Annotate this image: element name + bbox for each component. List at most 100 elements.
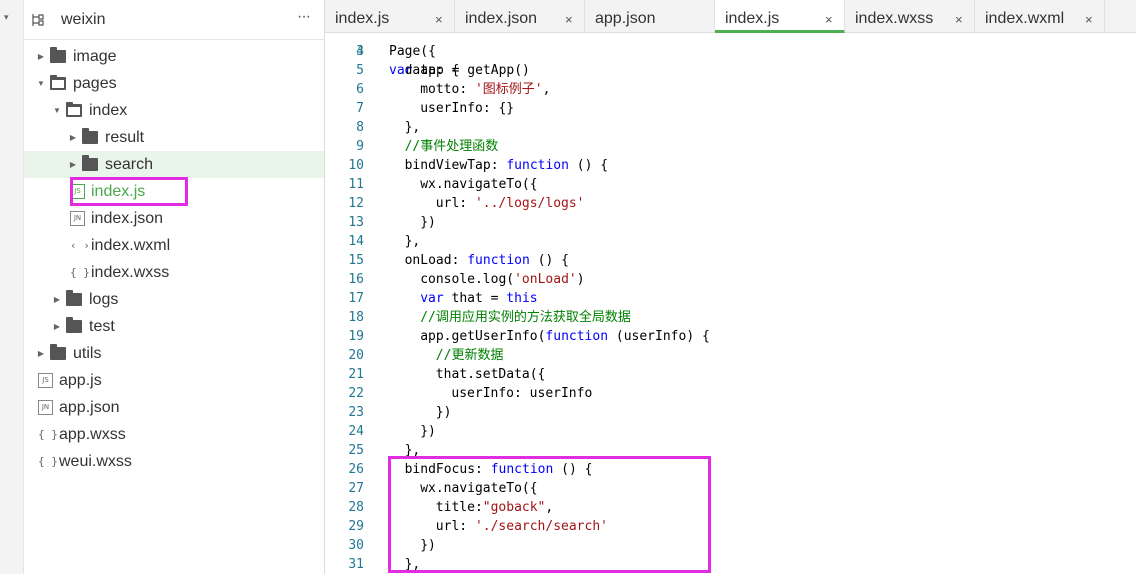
token-plain: ) <box>576 272 585 287</box>
tree-file-index-json[interactable]: JN index.json <box>24 205 324 232</box>
tree-item-label: index.wxss <box>91 263 170 281</box>
token-prop: userInfo <box>420 101 483 116</box>
line-number: 14 <box>348 234 364 249</box>
tree-file-app-js[interactable]: JS app.js <box>24 367 324 394</box>
explorer-header: weixin ··· <box>24 0 325 40</box>
chevron-down-icon[interactable]: ▼ <box>52 106 62 115</box>
line-source: //事件处理函数 <box>405 137 499 156</box>
line-number: 18 <box>348 310 364 325</box>
line-source: app.getUserInfo(function (userInfo) { <box>420 327 710 346</box>
line-source: userInfo: userInfo <box>451 384 592 403</box>
tree-folder-pages[interactable]: ▼ pages <box>24 70 324 97</box>
chevron-right-icon[interactable]: ▶ <box>52 322 62 331</box>
tree-item-label: test <box>89 317 115 335</box>
line-number: 28 <box>348 500 364 515</box>
token-plain: }) <box>420 215 436 230</box>
code-line: 15 onLoad: function () { <box>325 251 1136 270</box>
token-prop: bindViewTap <box>404 158 491 173</box>
tree-file-app-wxss[interactable]: { } app.wxss <box>24 421 324 448</box>
line-number: 24 <box>348 424 364 439</box>
editor-tab-index-js-active[interactable]: index.js × <box>715 0 845 33</box>
tree-folder-search[interactable]: ▶ search <box>24 151 324 178</box>
token-prop: data <box>404 63 436 78</box>
tree-folder-index[interactable]: ▼ index <box>24 97 324 124</box>
code-line: 21 that.setData({ <box>325 365 1136 384</box>
tree-folder-utils[interactable]: ▶ utils <box>24 340 324 367</box>
token-prop: url <box>435 196 460 211</box>
tree-item-label: index.wxml <box>91 236 171 254</box>
token-kw: function <box>506 158 569 173</box>
code-line: 24}) <box>325 422 1136 441</box>
line-source: bindViewTap: function () { <box>405 156 609 175</box>
tree-file-index-wxss[interactable]: { } index.wxss <box>24 259 324 286</box>
line-source: url: '../logs/logs' <box>436 194 585 213</box>
editor-tab-bar: index.js × index.json × app.json index.js × ind… <box>325 0 1136 33</box>
code-line: 7 userInfo: {} <box>325 99 1136 118</box>
tree-folder-image[interactable]: ▶ image <box>24 43 324 70</box>
editor-tab-app-json[interactable]: app.json <box>585 0 715 33</box>
tab-label: index.js <box>335 10 390 27</box>
chevron-right-icon[interactable]: ▶ <box>36 52 46 61</box>
line-number: 9 <box>356 139 364 154</box>
more-options-icon[interactable]: ··· <box>297 8 311 26</box>
tree-file-index-wxml[interactable]: ‹ › index.wxml <box>24 232 324 259</box>
line-number: 23 <box>348 405 364 420</box>
line-number: 26 <box>348 462 364 477</box>
token-plain: Page({ <box>389 44 436 59</box>
tree-file-app-json[interactable]: JN app.json <box>24 394 324 421</box>
code-line-partial: 3 var app = getApp() <box>325 33 1136 78</box>
tree-folder-test[interactable]: ▶ test <box>24 313 324 340</box>
editor-tab-index-wxml[interactable]: index.wxml × <box>975 0 1105 33</box>
line-source: userInfo: {} <box>420 99 514 118</box>
tree-item-label: search <box>105 155 154 173</box>
line-number: 12 <box>348 196 364 211</box>
style-file-icon: { } <box>70 266 90 279</box>
line-number: 31 <box>348 557 364 572</box>
line-number: 7 <box>356 101 364 116</box>
tab-label: index.json <box>465 10 538 27</box>
style-file-icon: { } <box>38 455 58 468</box>
tree-item-label: result <box>105 128 145 146</box>
tree-item-label: index <box>89 101 128 119</box>
index-js-highlight-box <box>70 177 188 206</box>
folder-icon <box>50 47 66 63</box>
editor-tab-index-js[interactable]: index.js × <box>325 0 455 33</box>
project-name: weixin <box>61 11 106 28</box>
line-source: motto: '图标例子', <box>420 80 550 99</box>
line-number: 30 <box>348 538 364 553</box>
token-plain: }, <box>404 234 421 249</box>
token-plain: : { <box>435 63 460 78</box>
chevron-right-icon[interactable]: ▶ <box>68 160 78 169</box>
tree-folder-logs[interactable]: ▶ logs <box>24 286 324 313</box>
tree-item-label: index.json <box>91 209 164 227</box>
code-line: 13}) <box>325 213 1136 232</box>
token-kw: this <box>506 291 538 306</box>
token-prop: motto <box>420 82 460 97</box>
tree-item-label: utils <box>73 344 102 362</box>
chevron-right-icon[interactable]: ▶ <box>36 349 46 358</box>
code-line: 23}) <box>325 403 1136 422</box>
code-line: 4 Page({ <box>325 42 1136 61</box>
chevron-down-icon[interactable]: ▼ <box>36 79 46 88</box>
editor-tab-index-json[interactable]: index.json × <box>455 0 585 33</box>
tree-item-label: image <box>73 47 117 65</box>
tree-item-label: logs <box>89 290 119 308</box>
folder-icon <box>50 344 66 360</box>
folder-icon <box>66 290 82 306</box>
collapse-arrow-icon[interactable]: ▾ <box>4 12 9 23</box>
line-number: 16 <box>348 272 364 287</box>
tree-file-weui-wxss[interactable]: { } weui.wxss <box>24 448 324 475</box>
token-plain: app.getUserInfo( <box>420 329 546 344</box>
tree-item-label: app.wxss <box>59 425 126 443</box>
tree-folder-result[interactable]: ▶ result <box>24 124 324 151</box>
line-number: 4 <box>356 44 364 59</box>
tab-label: index.wxml <box>985 10 1065 27</box>
line-source: }, <box>405 118 421 137</box>
token-plain: : <box>459 196 475 211</box>
editor-tab-index-wxss[interactable]: index.wxss × <box>845 0 975 33</box>
chevron-right-icon[interactable]: ▶ <box>52 295 62 304</box>
line-source: //更新数据 <box>436 346 504 365</box>
token-plain: : <box>459 82 475 97</box>
chevron-right-icon[interactable]: ▶ <box>68 133 78 142</box>
line-number: 15 <box>348 253 364 268</box>
